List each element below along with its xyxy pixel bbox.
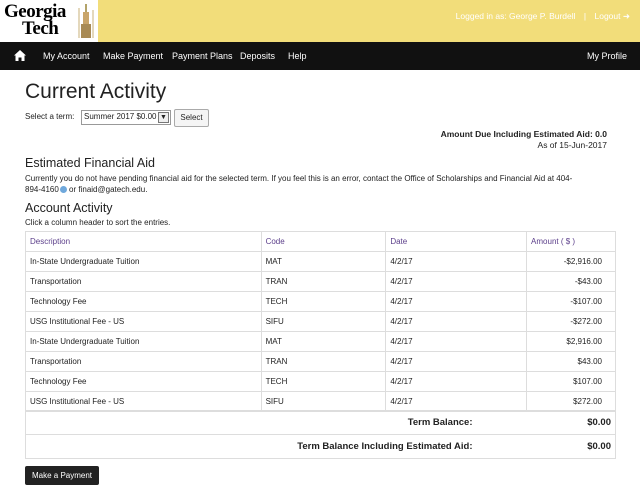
row-date: 4/2/17 <box>385 391 528 412</box>
row-description: USG Institutional Fee - US <box>25 311 262 332</box>
financial-aid-email[interactable]: or finaid@gatech.edu. <box>67 185 147 194</box>
table-row: Technology Fee TECH 4/2/17 -$107.00 <box>25 291 616 312</box>
table-row: In-State Undergraduate Tuition MAT 4/2/1… <box>25 251 616 272</box>
nav-make-payment[interactable]: Make Payment <box>103 51 163 61</box>
chevron-down-icon[interactable]: ▼ <box>158 112 169 123</box>
column-header-code[interactable]: Code <box>260 231 387 252</box>
as-of-date: As of 15-Jun-2017 <box>537 140 607 150</box>
term-balance-row: Term Balance: $0.00 <box>25 410 616 435</box>
row-date: 4/2/17 <box>385 371 528 392</box>
logged-in-text: Logged in as: George P. Burdell <box>455 11 576 21</box>
row-amount: $43.00 <box>526 351 616 372</box>
term-select-value: Summer 2017 $0.00 <box>84 112 157 121</box>
page-title: Current Activity <box>25 80 167 103</box>
row-description: Transportation <box>25 351 262 372</box>
logout-link[interactable]: Logout <box>595 11 621 21</box>
row-date: 4/2/17 <box>385 331 528 352</box>
nav-deposits[interactable]: Deposits <box>240 51 275 61</box>
table-row: USG Institutional Fee - US SIFU 4/2/17 $… <box>25 391 616 412</box>
financial-aid-heading: Estimated Financial Aid <box>25 156 155 170</box>
row-date: 4/2/17 <box>385 271 528 292</box>
activity-table: Description Code Date Amount ( $ ) In-St… <box>25 231 616 412</box>
row-description: Transportation <box>25 271 262 292</box>
row-code: TECH <box>260 291 387 312</box>
logo-text-line2: Tech <box>22 18 59 39</box>
row-code: TECH <box>260 371 387 392</box>
row-date: 4/2/17 <box>385 351 528 372</box>
row-date: 4/2/17 <box>385 251 528 272</box>
column-header-description[interactable]: Description <box>25 231 262 252</box>
row-description: USG Institutional Fee - US <box>25 391 262 412</box>
row-code: TRAN <box>260 271 387 292</box>
term-balance-label: Term Balance: <box>25 410 527 435</box>
tower-icon <box>78 4 94 38</box>
column-header-date[interactable]: Date <box>385 231 528 252</box>
row-description: In-State Undergraduate Tuition <box>25 331 262 352</box>
financial-aid-message: Currently you do not have pending financ… <box>25 174 555 183</box>
row-description: Technology Fee <box>25 371 262 392</box>
nav-my-account[interactable]: My Account <box>43 51 90 61</box>
column-header-amount[interactable]: Amount ( $ ) <box>526 231 616 252</box>
term-balance-aid-value: $0.00 <box>526 434 616 459</box>
row-amount: -$43.00 <box>526 271 616 292</box>
term-balance-value: $0.00 <box>526 410 616 435</box>
logout-icon[interactable]: ➜ <box>623 11 630 21</box>
nav-payment-plans[interactable]: Payment Plans <box>172 51 233 61</box>
table-row: In-State Undergraduate Tuition MAT 4/2/1… <box>25 331 616 352</box>
table-header-row: Description Code Date Amount ( $ ) <box>25 231 616 252</box>
term-label: Select a term: <box>25 112 75 121</box>
term-balance-aid-row: Term Balance Including Estimated Aid: $0… <box>25 434 616 459</box>
row-amount: -$272.00 <box>526 311 616 332</box>
row-date: 4/2/17 <box>385 311 528 332</box>
row-date: 4/2/17 <box>385 291 528 312</box>
nav-my-profile[interactable]: My Profile <box>587 51 627 61</box>
amount-due: Amount Due Including Estimated Aid: 0.0 <box>440 129 607 139</box>
table-row: Technology Fee TECH 4/2/17 $107.00 <box>25 371 616 392</box>
nav-help[interactable]: Help <box>288 51 307 61</box>
main-nav: My Account Make Payment Payment Plans De… <box>0 42 640 70</box>
totals-table: Term Balance: $0.00 Term Balance Includi… <box>25 410 616 459</box>
row-amount: $272.00 <box>526 391 616 412</box>
row-description: Technology Fee <box>25 291 262 312</box>
row-code: MAT <box>260 331 387 352</box>
top-banner: Georgia Tech Logged in as: George P. Bur… <box>0 0 640 42</box>
georgia-tech-logo[interactable]: Georgia Tech <box>0 0 98 42</box>
table-row: Transportation TRAN 4/2/17 -$43.00 <box>25 271 616 292</box>
row-code: SIFU <box>260 311 387 332</box>
row-amount: -$2,916.00 <box>526 251 616 272</box>
home-icon[interactable] <box>14 50 26 61</box>
login-area: Logged in as: George P. Burdell | Logout… <box>456 11 630 22</box>
table-row: Transportation TRAN 4/2/17 $43.00 <box>25 351 616 372</box>
row-amount: -$107.00 <box>526 291 616 312</box>
row-code: MAT <box>260 251 387 272</box>
table-row: USG Institutional Fee - US SIFU 4/2/17 -… <box>25 311 616 332</box>
term-balance-aid-label: Term Balance Including Estimated Aid: <box>25 434 527 459</box>
row-code: TRAN <box>260 351 387 372</box>
row-description: In-State Undergraduate Tuition <box>25 251 262 272</box>
account-activity-heading: Account Activity <box>25 201 113 215</box>
divider: | <box>583 11 587 21</box>
term-select[interactable]: Summer 2017 $0.00 ▼ <box>81 110 171 125</box>
row-code: SIFU <box>260 391 387 412</box>
financial-aid-text: Currently you do not have pending financ… <box>25 173 585 195</box>
row-amount: $2,916.00 <box>526 331 616 352</box>
row-amount: $107.00 <box>526 371 616 392</box>
make-payment-button[interactable]: Make a Payment <box>25 466 99 485</box>
select-button[interactable]: Select <box>174 109 209 127</box>
phone-icon[interactable] <box>59 186 67 194</box>
sort-hint: Click a column header to sort the entrie… <box>25 218 171 227</box>
